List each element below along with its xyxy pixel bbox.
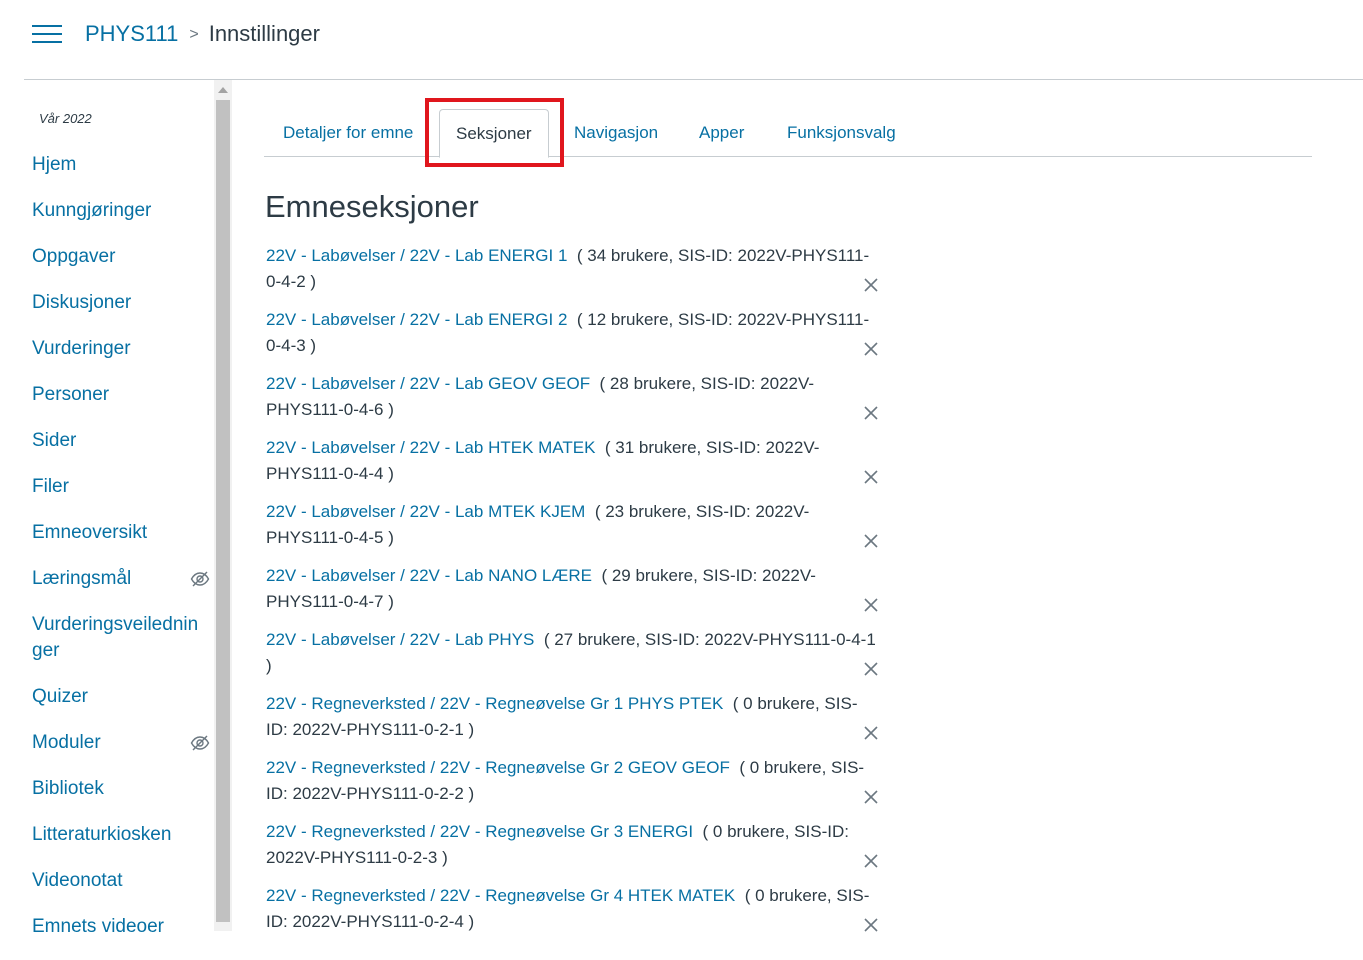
section-item: 22V - Regneverksted / 22V - Regneøvelse … (266, 691, 886, 755)
remove-section-icon[interactable] (863, 661, 879, 677)
course-navigation: Vår 2022 Hjem Kunngjøringer Oppgaver Dis… (0, 80, 214, 937)
nav-item-vurderingsveiledninger[interactable]: Vurderingsveiledninger (32, 612, 208, 664)
nav-item-videonotat[interactable]: Videonotat (32, 868, 208, 894)
section-link[interactable]: 22V - Labøvelser / 22V - Lab ENERGI 1 (266, 246, 567, 265)
nav-item-filer[interactable]: Filer (32, 474, 208, 500)
section-link[interactable]: 22V - Labøvelser / 22V - Lab NANO LÆRE (266, 566, 592, 585)
nav-item-hjem[interactable]: Hjem (32, 152, 208, 178)
remove-section-icon[interactable] (863, 789, 879, 805)
tab-funksjonsvalg[interactable]: Funksjonsvalg (787, 109, 896, 157)
nav-item-quizer[interactable]: Quizer (32, 684, 208, 710)
section-link[interactable]: 22V - Labøvelser / 22V - Lab HTEK MATEK (266, 438, 595, 457)
section-item: 22V - Labøvelser / 22V - Lab ENERGI 1 ( … (266, 243, 886, 307)
remove-section-icon[interactable] (863, 597, 879, 613)
section-link[interactable]: 22V - Regneverksted / 22V - Regneøvelse … (266, 822, 693, 841)
remove-section-icon[interactable] (863, 277, 879, 293)
eye-slash-icon (190, 571, 210, 587)
top-header: PHYS111 > Innstillinger (24, 0, 1363, 80)
nav-item-vurderinger[interactable]: Vurderinger (32, 336, 208, 362)
scroll-up-icon[interactable] (218, 87, 228, 93)
settings-tabs: Detaljer for emne Seksjoner Navigasjon A… (264, 109, 1312, 158)
section-link[interactable]: 22V - Regneverksted / 22V - Regneøvelse … (266, 758, 730, 777)
section-link[interactable]: 22V - Labøvelser / 22V - Lab ENERGI 2 (266, 310, 567, 329)
remove-section-icon[interactable] (863, 853, 879, 869)
section-link[interactable]: 22V - Labøvelser / 22V - Lab GEOV GEOF (266, 374, 590, 393)
breadcrumb: PHYS111 > Innstillinger (85, 19, 320, 49)
nav-item-emneoversikt[interactable]: Emneoversikt (32, 520, 208, 546)
nav-item-emnets-videoer[interactable]: Emnets videoer (32, 914, 208, 940)
section-link[interactable]: 22V - Regneverksted / 22V - Regneøvelse … (266, 886, 735, 905)
section-list: 22V - Labøvelser / 22V - Lab ENERGI 1 ( … (266, 243, 886, 947)
section-item: 22V - Regneverksted / 22V - Regneøvelse … (266, 883, 886, 947)
section-item: 22V - Regneverksted / 22V - Regneøvelse … (266, 819, 886, 883)
page-title: Emneseksjoner (265, 189, 479, 224)
remove-section-icon[interactable] (863, 725, 879, 741)
section-link[interactable]: 22V - Regneverksted / 22V - Regneøvelse … (266, 694, 723, 713)
tab-navigasjon[interactable]: Navigasjon (574, 109, 658, 157)
nav-item-sider[interactable]: Sider (32, 428, 208, 454)
nav-item-laeringsmal[interactable]: Læringsmål (32, 566, 210, 592)
nav-item-kunngjoringer[interactable]: Kunngjøringer (32, 198, 208, 224)
eye-slash-icon (190, 735, 210, 751)
section-link[interactable]: 22V - Labøvelser / 22V - Lab PHYS (266, 630, 534, 649)
section-item: 22V - Labøvelser / 22V - Lab ENERGI 2 ( … (266, 307, 886, 371)
remove-section-icon[interactable] (863, 341, 879, 357)
section-item: 22V - Labøvelser / 22V - Lab HTEK MATEK … (266, 435, 886, 499)
section-item: 22V - Labøvelser / 22V - Lab GEOV GEOF (… (266, 371, 886, 435)
term-label: Vår 2022 (39, 111, 92, 126)
section-item: 22V - Labøvelser / 22V - Lab MTEK KJEM (… (266, 499, 886, 563)
remove-section-icon[interactable] (863, 533, 879, 549)
breadcrumb-course-link[interactable]: PHYS111 (85, 21, 178, 47)
nav-item-bibliotek[interactable]: Bibliotek (32, 776, 208, 802)
nav-item-litteraturkiosken[interactable]: Litteraturkiosken (32, 822, 208, 848)
scrollbar-thumb[interactable] (216, 100, 230, 922)
tab-apper[interactable]: Apper (699, 109, 744, 157)
remove-section-icon[interactable] (863, 405, 879, 421)
tab-detaljer-for-emne[interactable]: Detaljer for emne (283, 109, 413, 157)
breadcrumb-separator: > (189, 26, 199, 43)
hamburger-menu-icon[interactable] (32, 23, 62, 45)
sidebar-scrollbar[interactable] (214, 80, 232, 931)
section-item: 22V - Labøvelser / 22V - Lab NANO LÆRE (… (266, 563, 886, 627)
nav-item-oppgaver[interactable]: Oppgaver (32, 244, 208, 270)
section-item: 22V - Regneverksted / 22V - Regneøvelse … (266, 755, 886, 819)
nav-list: Hjem Kunngjøringer Oppgaver Diskusjoner … (32, 152, 214, 960)
section-item: 22V - Labøvelser / 22V - Lab PHYS ( 27 b… (266, 627, 886, 691)
nav-item-moduler[interactable]: Moduler (32, 730, 210, 756)
section-link[interactable]: 22V - Labøvelser / 22V - Lab MTEK KJEM (266, 502, 585, 521)
breadcrumb-current: Innstillinger (208, 21, 320, 46)
tab-seksjoner[interactable]: Seksjoner (439, 109, 549, 158)
remove-section-icon[interactable] (863, 469, 879, 485)
nav-item-diskusjoner[interactable]: Diskusjoner (32, 290, 208, 316)
nav-item-personer[interactable]: Personer (32, 382, 208, 408)
